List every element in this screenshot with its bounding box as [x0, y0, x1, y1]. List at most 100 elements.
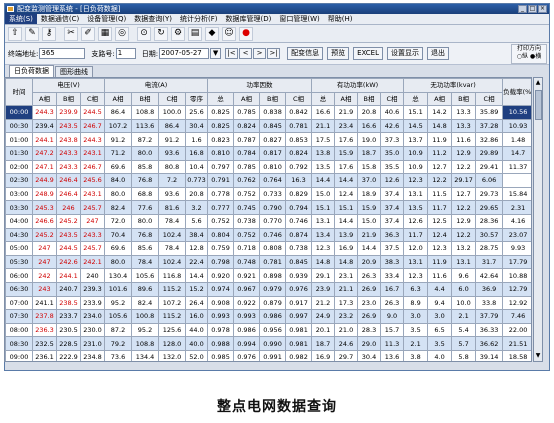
close-button[interactable]: ×	[538, 5, 547, 13]
table-row[interactable]: 07:00 241.1 238.5 233.9 95.2 82.4 107.2 26.4 0.9…	[5, 295, 531, 311]
table-cell: 12.9	[451, 145, 477, 161]
table-row[interactable]: 04:00 246.6 245.2 247 72.0 80.0 78.4 5.6 0.752 0.…	[5, 213, 531, 229]
table-cell: 14.2	[427, 105, 453, 120]
menu-item-4[interactable]: 统计分析(F)	[176, 14, 222, 24]
table-cell: 0.823	[207, 132, 235, 147]
table-cell: 68.8	[131, 186, 159, 202]
brush-icon[interactable]: ✐	[81, 26, 95, 41]
table-cell: 18.7	[357, 145, 382, 161]
next-page-button[interactable]: >	[253, 48, 267, 59]
window-title: 配变监测管理系统 - [日负荷数据]	[17, 5, 121, 13]
menu-item-5[interactable]: 数据库管理(D)	[222, 14, 276, 24]
table-cell: 10.9	[403, 159, 429, 175]
table-row[interactable]: 06:00 242 244.1 240 130.4 105.6 116.8 14.4 0.920…	[5, 268, 531, 283]
table-row[interactable]: 04:30 245.2 243.5 243.3 70.4 76.8 102.4 38.4 0.8…	[5, 227, 531, 243]
table-row[interactable]: 05:00 247 244.5 245.7 69.6 85.6 78.4 12.8 0.759 0…	[5, 241, 531, 256]
table-cell: 29.65	[475, 200, 504, 215]
maximize-button[interactable]: □	[528, 5, 537, 13]
display-settings-button[interactable]: 设置显示	[387, 47, 423, 60]
table-cell: 30.4	[357, 349, 382, 361]
refresh-icon[interactable]: ↻	[154, 26, 168, 41]
wrench-icon[interactable]: ✂	[64, 26, 78, 41]
table-row[interactable]: 03:00 248.9 246.4 243.1 80.0 68.8 93.6 20.8 0.77…	[5, 186, 531, 202]
branch-input[interactable]: 1	[115, 48, 136, 59]
calculator-icon[interactable]: ▦	[98, 26, 112, 41]
scroll-up-icon[interactable]: ▲	[534, 78, 542, 88]
scroll-thumb[interactable]	[535, 90, 542, 120]
table-cell: 13.7	[403, 132, 429, 147]
table-cell: 0.781	[259, 254, 287, 270]
table-cell: 12.4	[427, 227, 453, 243]
scroll-down-icon[interactable]: ▼	[534, 351, 542, 361]
lock-icon[interactable]: ⊙	[137, 26, 151, 41]
table-cell: 0.974	[207, 281, 235, 297]
tab-daily-load[interactable]: 日负荷数据	[9, 65, 54, 77]
menu-item-3[interactable]: 数据查询(Y)	[130, 14, 176, 24]
stop-icon[interactable]: ●	[239, 26, 253, 41]
person-icon[interactable]: ☺	[222, 26, 236, 41]
target-icon[interactable]: ◎	[115, 26, 129, 41]
document-icon[interactable]: ▤	[188, 26, 202, 41]
table-row[interactable]: 00:00 244.3 239.9 244.5 86.4 108.8 100.0 25.6 0.…	[5, 105, 531, 120]
print-direction-label: 打印方向	[516, 45, 541, 52]
preview-button[interactable]: 预览	[327, 47, 350, 60]
table-row[interactable]: 02:30 244.9 246.4 245.6 84.0 76.8 7.2 0.773 0.79…	[5, 173, 532, 188]
radio-landscape[interactable]: ●横	[530, 53, 541, 61]
table-row[interactable]: 06:30 243 240.7 239.3 101.6 89.6 115.2 15.2 0.97…	[5, 281, 531, 297]
table-row[interactable]: 01:30 247.2 243.3 243.1 71.2 80.0 93.6 16.8 0.81…	[5, 145, 531, 161]
table-cell: 02:00	[5, 159, 33, 175]
vertical-scrollbar[interactable]: ▲ ▼	[533, 77, 543, 362]
table-cell: 244.3	[32, 105, 57, 120]
table-cell: 31.7	[475, 254, 504, 270]
table-cell: 14.8	[311, 254, 336, 270]
table-cell: 24.9	[311, 309, 336, 324]
key-icon[interactable]: ⚷	[42, 26, 56, 41]
menu-item-6[interactable]: 窗口管理(W)	[275, 14, 323, 24]
table-cell: 16.6	[357, 118, 382, 134]
table-row[interactable]: 09:00 236.1 222.9 234.8 73.6 134.4 132.0 52.0 0.…	[5, 349, 531, 361]
table-cell: 12.6	[403, 213, 429, 229]
first-page-button[interactable]: |<	[225, 48, 239, 59]
table-cell: 15.8	[357, 159, 382, 175]
terminal-input[interactable]: 365	[39, 48, 86, 59]
table-cell: 0.908	[207, 295, 235, 311]
table-cell: 12.2	[427, 173, 453, 188]
table-row[interactable]: 05:30 247 242.6 242.1 80.0 78.4 102.4 22.4 0.798…	[5, 254, 531, 270]
date-input[interactable]: 2007-05-27	[159, 48, 210, 59]
radio-portrait[interactable]: ○纵	[517, 53, 528, 61]
menu-item-7[interactable]: 帮助(H)	[324, 14, 357, 24]
excel-button[interactable]: EXCEL	[353, 47, 383, 60]
upload-icon[interactable]: ⇧	[8, 26, 22, 41]
table-cell: 28.3	[357, 322, 382, 338]
table-row[interactable]: 00:30 239.4 243.5 246.7 107.2 113.6 86.4 30.4 0.…	[5, 118, 531, 134]
table-cell: 107.2	[158, 295, 186, 311]
tab-chart[interactable]: 图形曲线	[55, 66, 93, 77]
sub-header: C相	[158, 91, 186, 107]
table-cell: 12.7	[427, 159, 453, 175]
table-cell: 246.7	[80, 118, 105, 134]
table-row[interactable]: 02:00 247.1 243.3 246.7 69.6 85.8 80.8 10.4 0.79…	[5, 159, 531, 175]
table-cell: 20.8	[357, 105, 382, 120]
table-row[interactable]: 01:00 244.1 243.8 244.3 91.2 87.2 91.2 1.6 0.823…	[5, 132, 531, 147]
menu-item-0[interactable]: 系统(S)	[5, 14, 37, 24]
table-cell: 23.9	[311, 281, 336, 297]
date-dropdown-icon[interactable]: ▼	[210, 48, 222, 59]
table-row[interactable]: 03:30 245.3 246 245.7 82.4 77.6 81.6 3.2 0.777 0.…	[5, 200, 531, 215]
table-row[interactable]: 08:00 236.3 230.5 230.0 87.2 95.2 125.6 44.0 0.9…	[5, 322, 531, 338]
table-cell: 11.9	[427, 132, 453, 147]
table-row[interactable]: 08:30 232.5 228.5 231.0 79.2 108.8 128.0 40.0 0.…	[5, 336, 531, 351]
prev-page-button[interactable]: <	[239, 48, 253, 59]
table-row[interactable]: 07:30 237.8 233.7 234.0 105.6 100.8 115.2 16.0 0…	[5, 309, 531, 324]
table-cell: 12.6	[380, 173, 405, 188]
exit-button[interactable]: 退出	[427, 47, 449, 60]
gear-icon[interactable]: ⚙	[171, 26, 185, 41]
table-cell: 243.3	[56, 145, 81, 161]
menu-item-1[interactable]: 数据通信(C)	[37, 14, 83, 24]
last-page-button[interactable]: >|	[267, 48, 281, 59]
transformer-info-button[interactable]: 配变信息	[287, 47, 324, 60]
pin-icon[interactable]: ✎	[25, 26, 39, 41]
shield-icon[interactable]: ◆	[205, 26, 219, 41]
minimize-button[interactable]: _	[518, 5, 527, 13]
menu-item-2[interactable]: 设备管理(Q)	[83, 14, 130, 24]
terminal-label: 终端地址:	[8, 49, 39, 58]
